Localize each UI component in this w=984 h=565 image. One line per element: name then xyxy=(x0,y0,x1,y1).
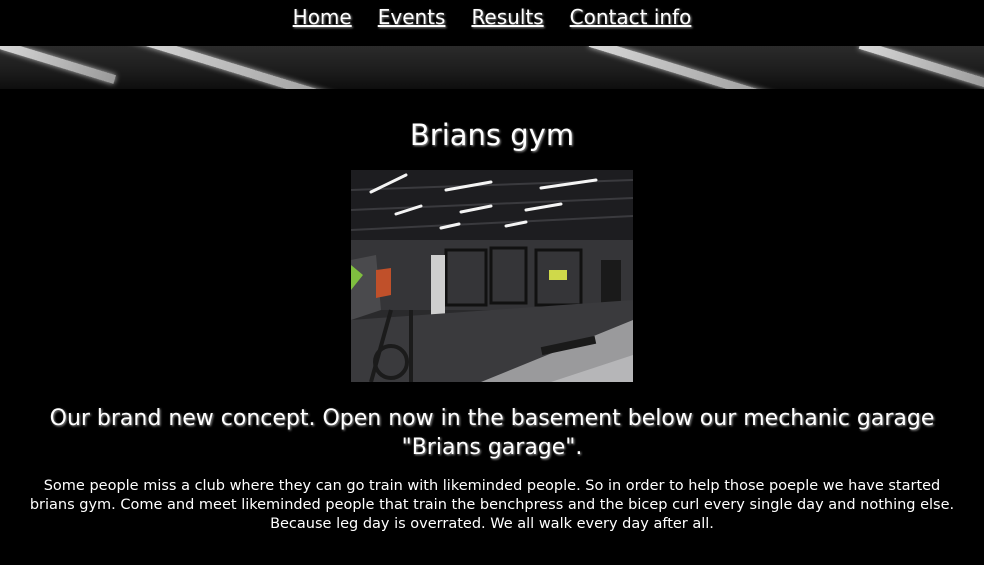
nav-link-home[interactable]: Home xyxy=(293,5,352,29)
nav-link-events[interactable]: Events xyxy=(378,5,446,29)
top-navigation: Home Events Results Contact info xyxy=(0,0,984,46)
gym-description: Some people miss a club where they can g… xyxy=(29,478,955,532)
main-content: Brians gym Our brand new concept. Open n… xyxy=(0,117,984,534)
ceiling-banner-image xyxy=(0,46,984,89)
nav-link-results[interactable]: Results xyxy=(471,5,543,29)
concept-headline: Our brand new concept. Open now in the b… xyxy=(49,406,935,460)
nav-link-contact-info[interactable]: Contact info xyxy=(570,5,692,29)
gym-interior-photo xyxy=(351,170,633,382)
page-title: Brians gym xyxy=(409,118,575,152)
